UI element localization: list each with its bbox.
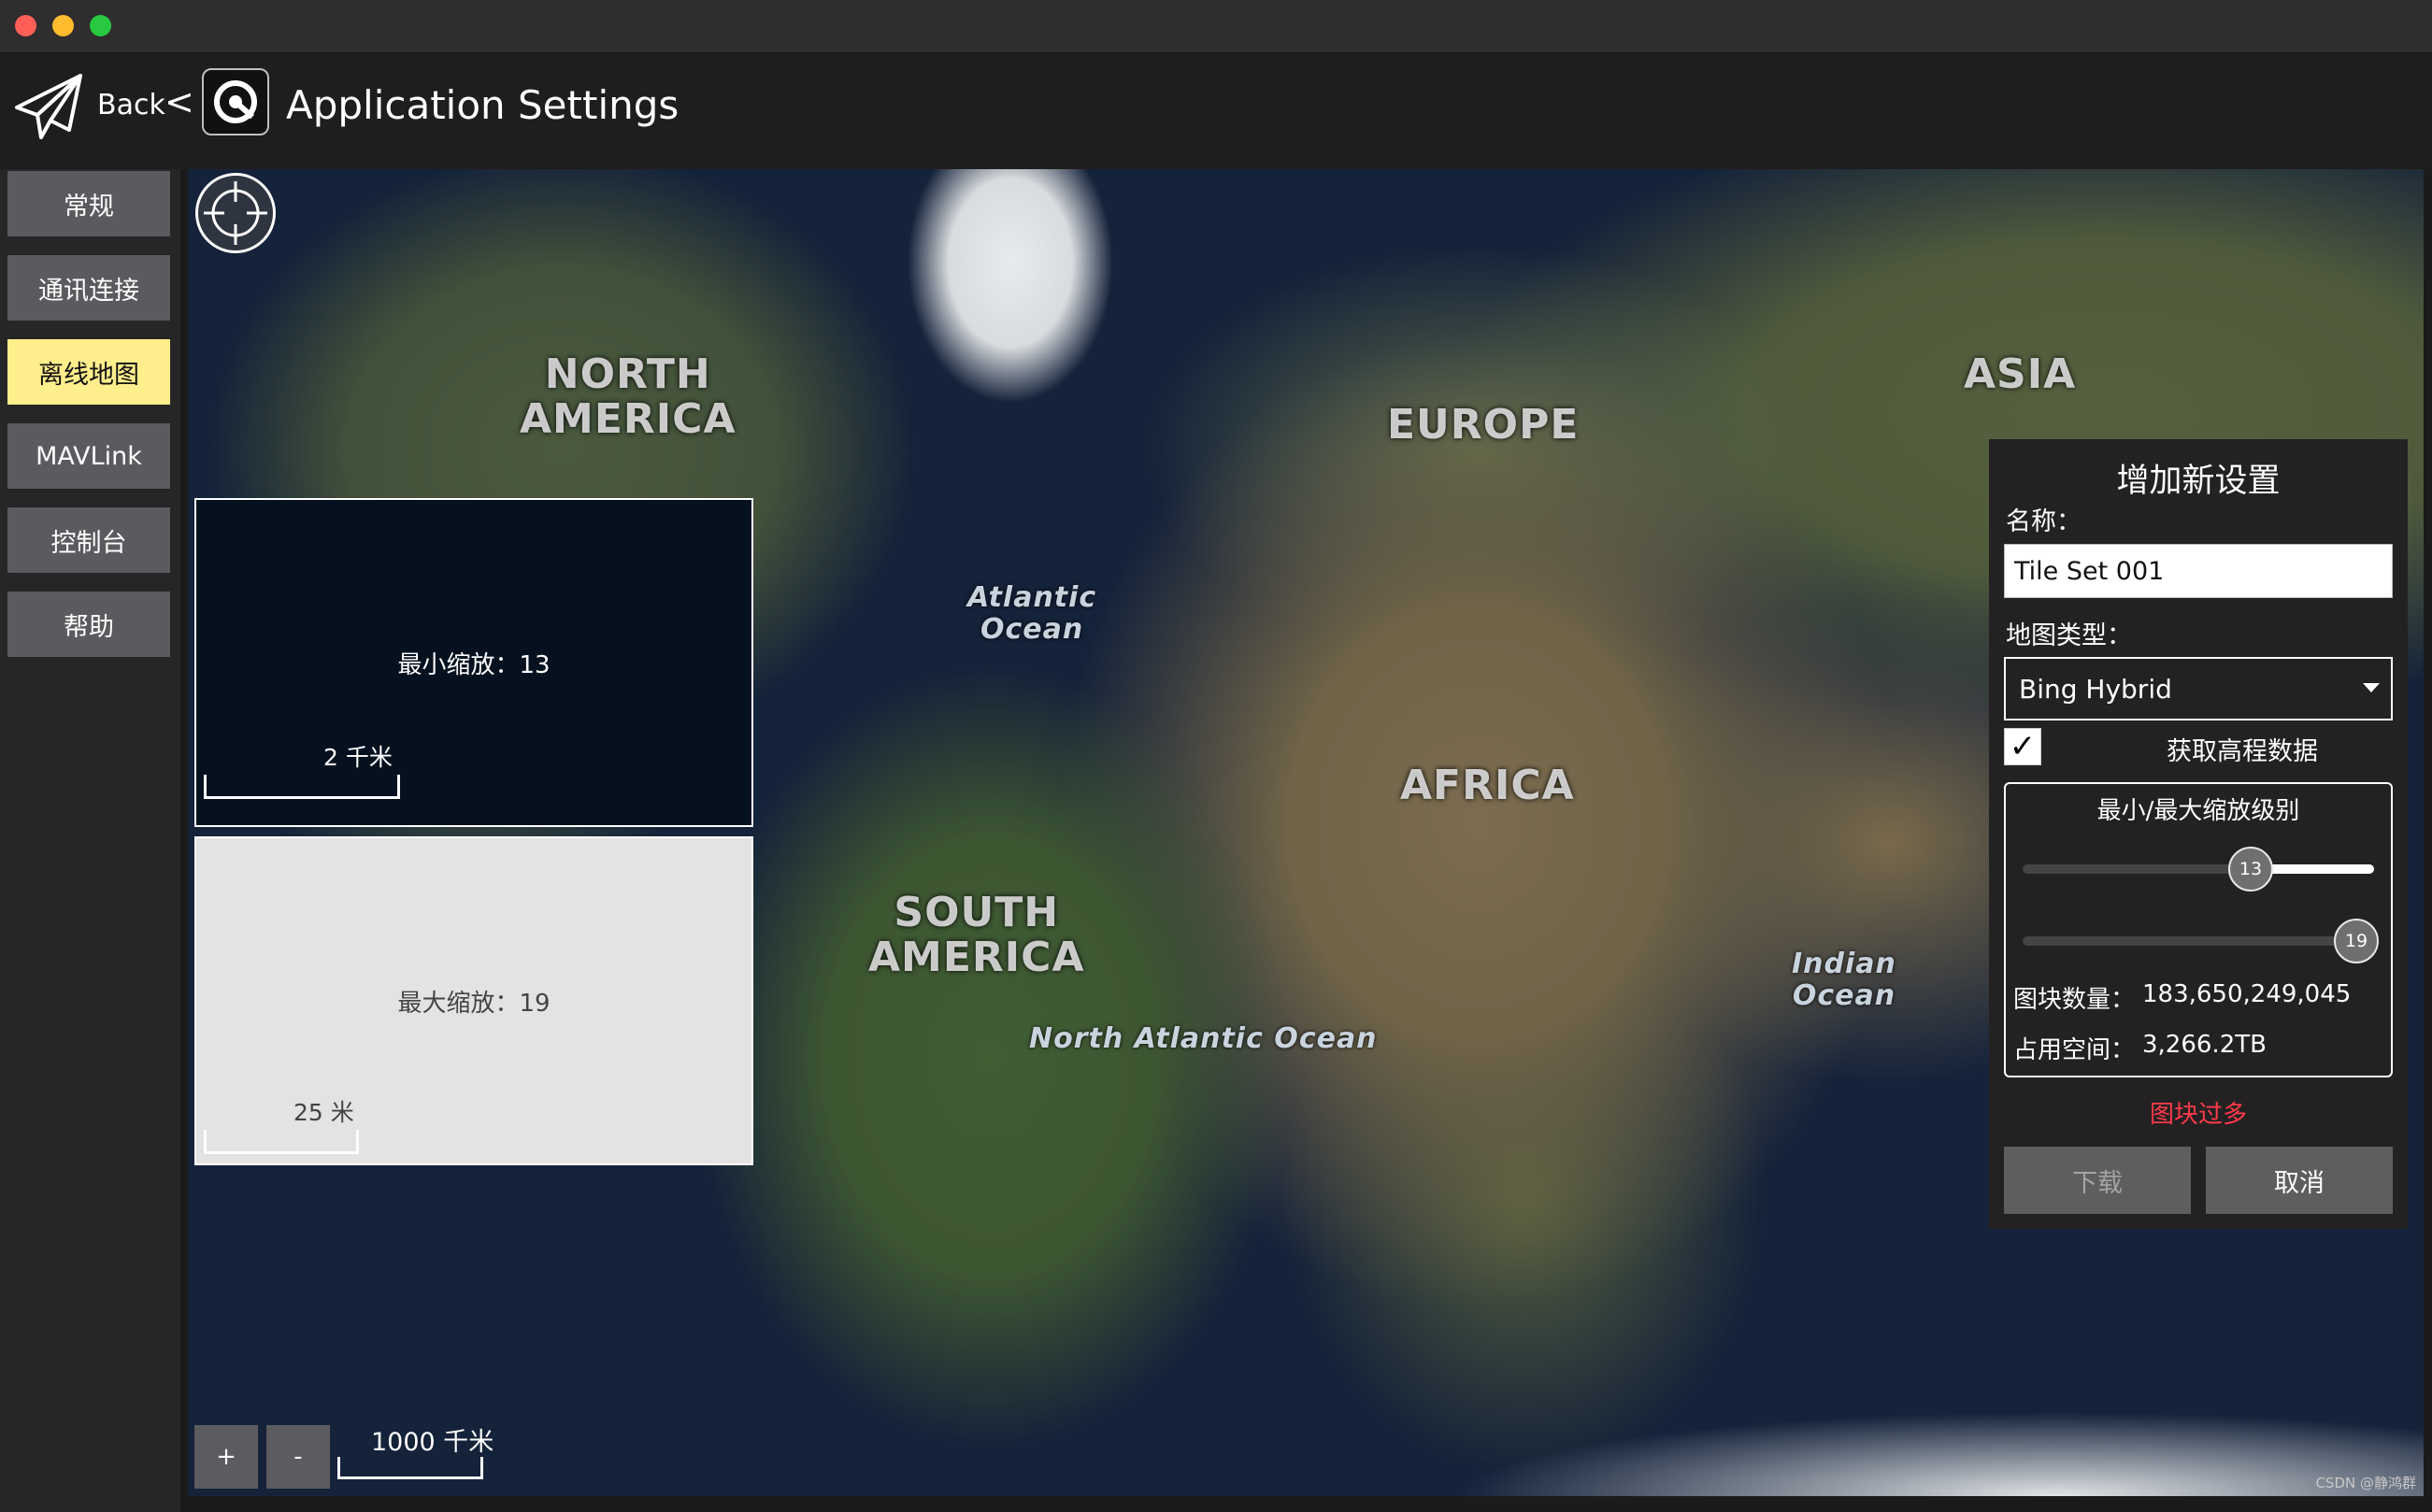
max-zoom-scale-label: 25 米	[293, 1099, 354, 1126]
close-window-button[interactable]	[15, 15, 36, 36]
panel-title: 增加新设置	[2116, 463, 2281, 500]
map-label-europe: EUROPE	[1387, 401, 1580, 449]
watermark: CSDN @静鸿群	[2315, 1475, 2416, 1491]
sidebar-item-console[interactable]: 控制台	[7, 507, 170, 573]
sidebar-item-general[interactable]: 常规	[7, 171, 170, 236]
max-zoom-scale-bar	[204, 1130, 359, 1154]
sidebar-item-offline-maps[interactable]: 离线地图	[7, 339, 170, 405]
zoom-in-button[interactable]: +	[194, 1425, 258, 1489]
chevron-down-icon	[2363, 683, 2380, 692]
cancel-button[interactable]: 取消	[2206, 1147, 2393, 1214]
map-label-indian-ocean: Indian Ocean	[1792, 948, 1896, 1012]
size-label: 占用空间：	[2013, 1036, 2136, 1064]
map-label-atlantic-ocean: Atlantic Ocean	[967, 581, 1097, 646]
map-scale-label: 1000 千米	[371, 1428, 494, 1457]
min-zoom-scale-label: 2 千米	[323, 744, 393, 771]
too-many-tiles-warning: 图块过多	[2149, 1101, 2247, 1129]
sidebar-item-mavlink[interactable]: MAVLink	[7, 423, 170, 489]
breadcrumb-separator: <	[165, 81, 194, 122]
max-zoom-label: 最大缩放：19	[397, 990, 551, 1018]
zoom-out-button[interactable]: -	[266, 1425, 330, 1489]
min-zoom-slider[interactable]: 13	[2023, 847, 2374, 892]
map-label-africa: AFRICA	[1400, 762, 1575, 809]
tile-set-name-input[interactable]	[2004, 544, 2393, 598]
zoom-window-button[interactable]	[90, 15, 111, 36]
min-zoom-label: 最小缩放：13	[397, 651, 551, 679]
add-tile-set-panel: 增加新设置 名称： 地图类型： Bing Hybrid ✓ 获取高程数据 最小/…	[1989, 439, 2408, 1229]
map-label-north-america: NORTH AMERICA	[520, 350, 737, 443]
sidebar-item-help[interactable]: 帮助	[7, 592, 170, 657]
min-zoom-scale-bar	[204, 775, 400, 799]
min-zoom-slider-handle[interactable]: 13	[2228, 847, 2273, 892]
minimize-window-button[interactable]	[52, 15, 74, 36]
back-button[interactable]: Back	[97, 87, 165, 124]
app-logo-icon[interactable]	[202, 68, 269, 136]
min-zoom-preview: 最小缩放：13 2 千米	[194, 498, 753, 827]
zoom-levels-group: 最小/最大缩放级别 13 19 图块数量： 183,650,249,045 占用…	[2004, 782, 2393, 1077]
window-titlebar	[0, 0, 2432, 53]
map-type-value: Bing Hybrid	[2019, 673, 2172, 705]
crosshair-icon[interactable]	[195, 173, 276, 253]
max-zoom-slider-handle[interactable]: 19	[2334, 919, 2379, 963]
size-value: 3,266.2TB	[2142, 1031, 2267, 1059]
map-scale-bar	[337, 1457, 483, 1479]
download-button[interactable]: 下载	[2004, 1147, 2191, 1214]
name-label: 名称：	[2006, 507, 2082, 536]
tile-count-value: 183,650,249,045	[2142, 980, 2352, 1008]
map-type-label: 地图类型：	[2006, 621, 2132, 650]
elevation-checkbox[interactable]: ✓	[2004, 728, 2041, 765]
map-label-asia: ASIA	[1964, 350, 2077, 398]
app-header: Back < Application Settings	[0, 53, 2432, 169]
settings-sidebar: 常规 通讯连接 离线地图 MAVLink 控制台 帮助	[0, 169, 180, 1512]
map-label-north-atlantic-ocean: North Atlantic Ocean	[1029, 1022, 1378, 1055]
zoom-levels-title: 最小/最大缩放级别	[2096, 797, 2300, 825]
max-zoom-slider[interactable]: 19	[2023, 919, 2379, 963]
sidebar-item-comm-links[interactable]: 通讯连接	[7, 255, 170, 321]
elevation-checkbox-label: 获取高程数据	[2167, 737, 2318, 766]
map-type-select[interactable]: Bing Hybrid	[2004, 657, 2393, 720]
map-label-south-america: SOUTH AMERICA	[868, 889, 1085, 981]
max-zoom-preview: 最大缩放：19 25 米	[194, 836, 753, 1165]
page-title: Application Settings	[286, 82, 680, 128]
tile-count-label: 图块数量：	[2013, 986, 2136, 1014]
paper-plane-icon[interactable]	[13, 70, 86, 143]
